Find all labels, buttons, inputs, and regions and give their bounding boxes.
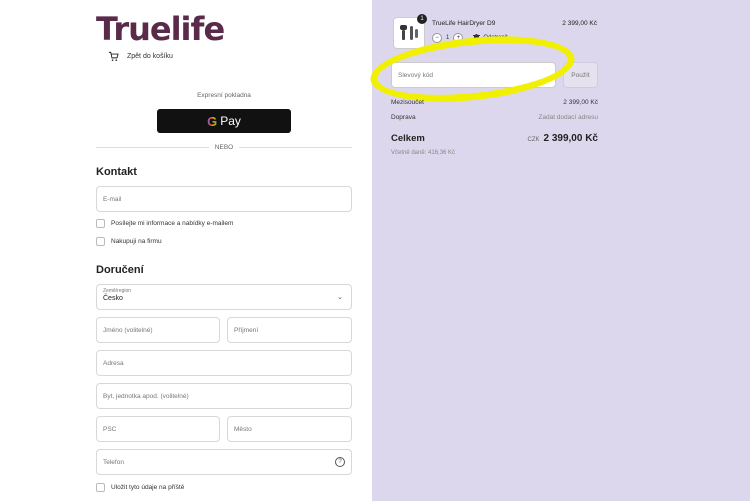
zip-field[interactable] (96, 416, 220, 442)
or-divider: NEBO (96, 143, 353, 151)
shipping-label: Doprava (391, 114, 416, 121)
email-field[interactable] (96, 186, 352, 212)
apartment-field[interactable] (96, 383, 352, 409)
brand-logo[interactable]: Truelife (96, 10, 225, 48)
address-field[interactable] (96, 350, 352, 376)
shipping-value: Zadat dodací adresu (538, 114, 598, 121)
trash-icon (473, 34, 481, 42)
subtotal-label: Mezisoučet (391, 99, 424, 106)
contact-title: Kontakt (96, 166, 137, 178)
back-link-label: Zpět do košíku (127, 53, 173, 60)
country-select[interactable]: Země/region Česko ⌄ (96, 284, 352, 310)
remove-label: Odstranit (483, 35, 508, 41)
phone-input[interactable] (103, 450, 351, 474)
newsletter-option[interactable]: Posílejte mi informace a nabídky e-maile… (96, 219, 233, 228)
google-g-icon: G (207, 113, 218, 129)
delivery-title: Doručení (96, 264, 144, 276)
hairdryer-icon (400, 25, 418, 40)
divider-line (96, 146, 209, 148)
company-checkbox[interactable] (96, 237, 105, 246)
last-name-field[interactable] (227, 317, 352, 343)
total-amount: CZK 2 399,00 Kč (528, 133, 599, 144)
shipping-row: Doprava Zadat dodací adresu (391, 114, 598, 121)
first-name-field[interactable] (96, 317, 220, 343)
city-field[interactable] (227, 416, 352, 442)
save-info-checkbox[interactable] (96, 483, 105, 492)
total-row: Celkem CZK 2 399,00 Kč (391, 133, 598, 144)
checkout-form-panel: Truelife Zpět do košíku Expresní pokladn… (0, 0, 372, 501)
apartment-input[interactable] (103, 384, 351, 408)
cart-icon (108, 51, 119, 61)
total-label: Celkem (391, 133, 425, 144)
gpay-label: Pay (220, 114, 241, 128)
discount-code-field[interactable] (391, 62, 556, 88)
increase-quantity-button[interactable]: + (453, 33, 464, 43)
country-value: Česko (103, 295, 123, 302)
save-info-option[interactable]: Uložit tyto údaje na příště (96, 483, 184, 492)
address-input[interactable] (103, 351, 351, 375)
chevron-down-icon: ⌄ (337, 294, 343, 301)
product-name: TrueLife HairDryer D9 (432, 20, 496, 27)
quantity-badge: 1 (417, 14, 427, 24)
save-info-label: Uložit tyto údaje na příště (111, 484, 185, 491)
quantity-value: 1 (446, 35, 450, 41)
discount-code-input[interactable] (398, 71, 555, 79)
tax-note: Včetně daně: 416,36 Kč (391, 150, 456, 156)
back-to-cart-link[interactable]: Zpět do košíku (108, 51, 173, 62)
express-checkout-label: Expresní pokladna (197, 92, 251, 99)
subtotal-value: 2 399,00 Kč (563, 99, 598, 106)
newsletter-label: Posílejte mi informace a nabídky e-maile… (111, 220, 234, 227)
zip-input[interactable] (103, 417, 219, 441)
subtotal-row: Mezisoučet 2 399,00 Kč (391, 99, 598, 106)
google-pay-button[interactable]: G Pay (157, 109, 291, 133)
city-input[interactable] (234, 417, 351, 441)
newsletter-checkbox[interactable] (96, 219, 105, 228)
decrease-quantity-button[interactable]: − (432, 33, 442, 43)
help-icon[interactable]: ? (335, 457, 345, 467)
last-name-input[interactable] (234, 318, 351, 342)
product-price: 2 399,00 Kč (562, 20, 597, 27)
or-text: NEBO (214, 143, 234, 151)
apply-discount-button[interactable]: Použít (563, 62, 598, 88)
phone-field[interactable]: ? (96, 449, 352, 475)
company-option[interactable]: Nakupuji na firmu (96, 237, 162, 246)
quantity-stepper: − 1 + Odstranit (432, 33, 508, 43)
company-label: Nakupuji na firmu (111, 238, 162, 245)
currency-code: CZK (527, 137, 540, 143)
total-value: 2 399,00 Kč (543, 133, 599, 144)
email-input[interactable] (103, 187, 351, 211)
country-label: Země/region (103, 288, 132, 294)
divider-line (239, 146, 353, 148)
remove-item-button[interactable]: Odstranit (473, 34, 508, 42)
first-name-input[interactable] (103, 318, 219, 342)
